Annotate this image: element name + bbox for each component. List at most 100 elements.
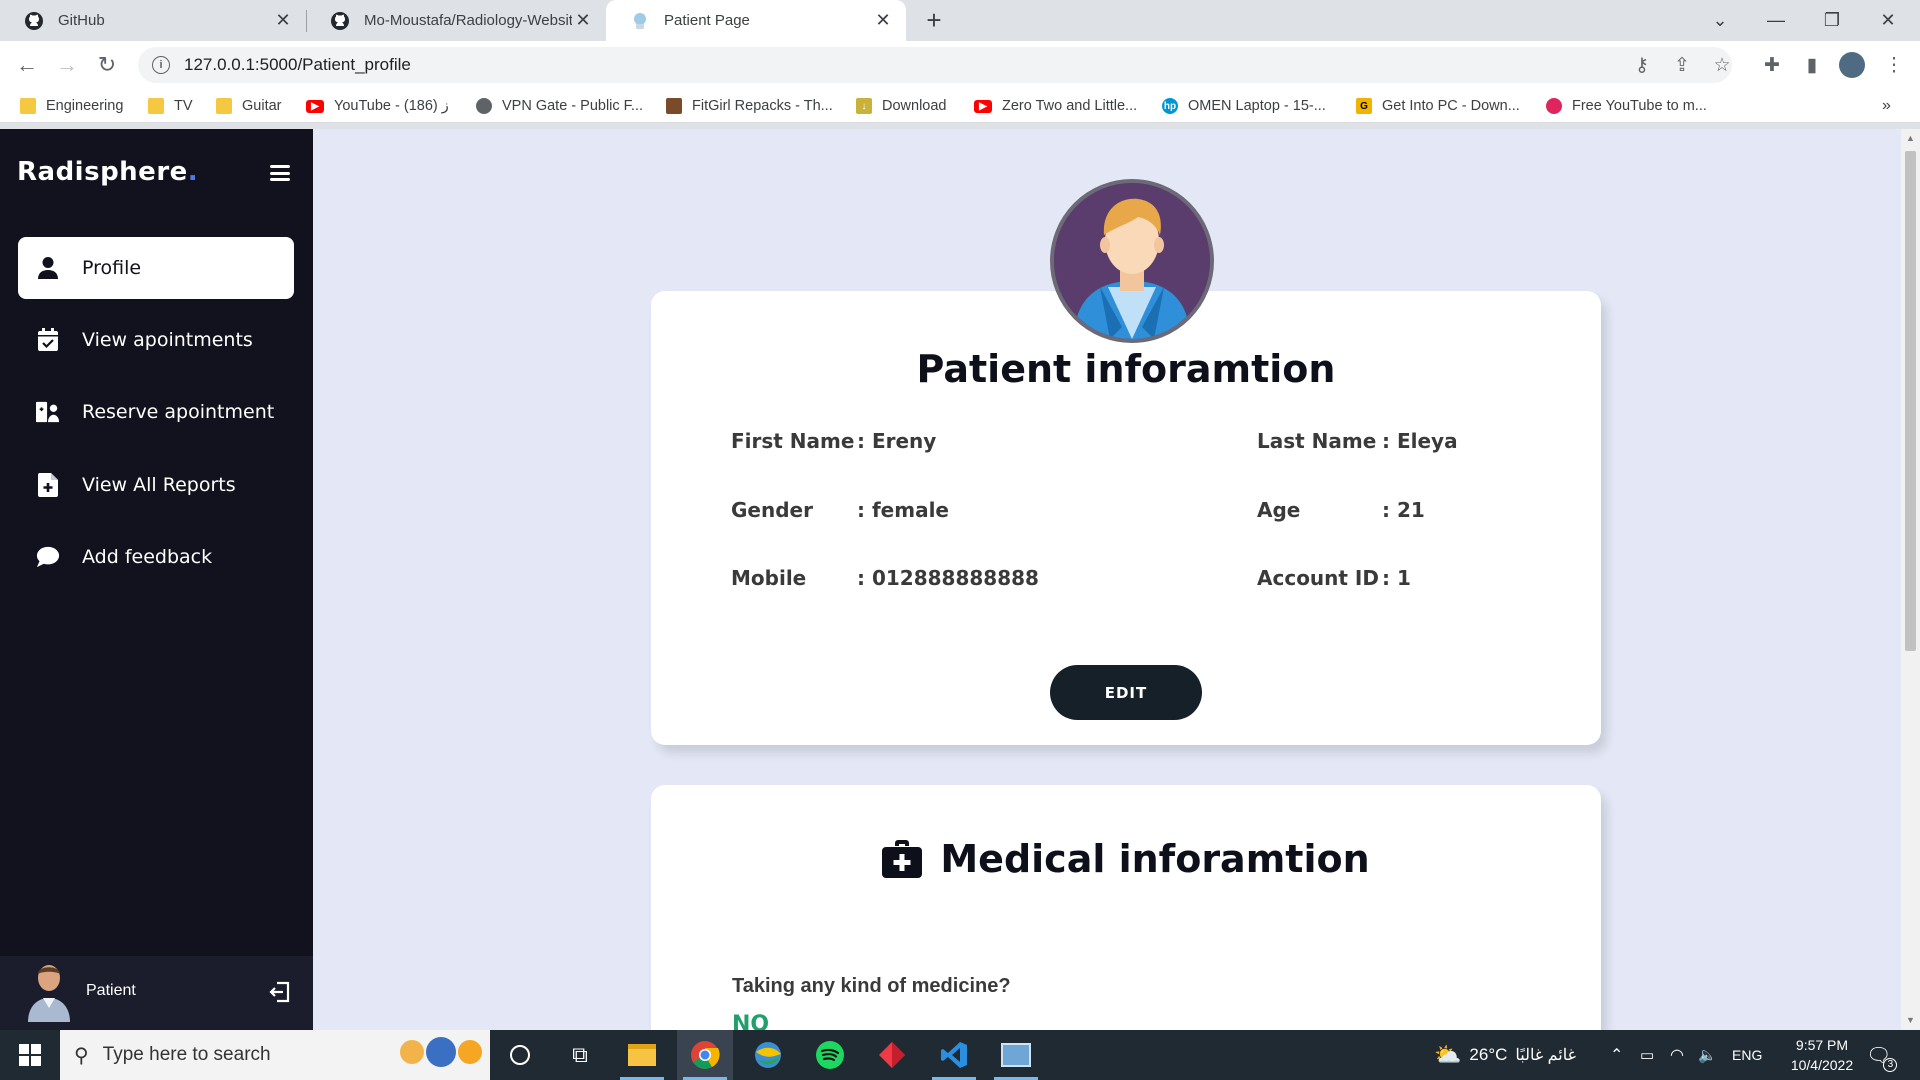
tab-repository[interactable]: Mo-Moustafa/Radiology-Website ✕ [306, 0, 606, 41]
sidebar-item-view-appointments[interactable]: View apointments [18, 309, 294, 371]
medical-info-card: Medical inforamtion Taking any kind of m… [651, 785, 1601, 1030]
red-diamond-app-icon[interactable] [864, 1030, 920, 1080]
weather-text: غائم غالبًا [1515, 1047, 1576, 1064]
medicine-answer: NO [732, 1012, 770, 1030]
key-icon[interactable]: ⚷ [1624, 47, 1660, 83]
site-info-icon[interactable]: i [152, 56, 170, 74]
bookmark-label: TV [174, 98, 193, 114]
search-highlight-icon [400, 1037, 482, 1067]
bookmark-item[interactable]: FitGirl Repacks - Th... [666, 95, 833, 117]
tab-search-icon[interactable]: ⌄ [1692, 0, 1748, 41]
windows-start-icon[interactable] [0, 1030, 60, 1080]
bookmark-label: YouTube - ز (186) [334, 98, 449, 114]
bookmark-item[interactable]: ▶ Zero Two and Little... [974, 95, 1137, 117]
site-icon [630, 11, 650, 31]
file-explorer-icon[interactable] [614, 1030, 670, 1080]
hp-icon: hp [1162, 98, 1178, 114]
remote-desktop-icon[interactable] [988, 1030, 1044, 1080]
cortana-icon[interactable] [492, 1030, 548, 1080]
account-id-label: Account ID [1257, 566, 1379, 590]
language-indicator[interactable]: ENG [1732, 1030, 1762, 1080]
scroll-down-icon[interactable]: ▼ [1906, 1015, 1915, 1025]
wifi-icon[interactable]: ◠ [1670, 1030, 1684, 1080]
weather-widget[interactable]: ⛅ 26°C غائم غالبًا [1434, 1030, 1576, 1080]
reload-icon[interactable]: ↻ [89, 47, 125, 83]
bookmark-item[interactable]: Engineering [20, 95, 123, 117]
getintopc-icon: G [1356, 98, 1372, 114]
brand-text: Radisphere [17, 157, 188, 187]
close-icon[interactable]: ✕ [872, 10, 894, 32]
mobile-value: : 012888888888 [857, 566, 1039, 590]
sidebar-item-view-reports[interactable]: View All Reports [18, 454, 294, 516]
bookmark-item[interactable]: ▶ YouTube - ز (186) [306, 95, 449, 117]
medicine-question: Taking any kind of medicine? [732, 975, 1011, 997]
new-tab-button[interactable]: + [906, 0, 962, 41]
window-close-icon[interactable]: ✕ [1860, 0, 1916, 41]
sidebar-item-label: View apointments [82, 329, 253, 351]
notifications-icon[interactable]: 🗨 3 [1866, 1030, 1898, 1080]
account-id-value: : 1 [1382, 566, 1411, 590]
extensions-icon[interactable]: ✚ [1754, 47, 1790, 83]
taskbar-search-box[interactable]: ⚲ Type here to search [60, 1030, 490, 1080]
bookmark-label: Engineering [46, 98, 124, 114]
bookmark-item[interactable]: VPN Gate - Public F... [476, 95, 643, 117]
volume-icon[interactable]: 🔈 [1698, 1030, 1717, 1080]
brand-dot: . [187, 157, 199, 187]
close-icon[interactable]: ✕ [572, 10, 594, 32]
page-viewport: Radisphere. Profile View apointments Res… [0, 129, 1920, 1030]
page-scrollbar[interactable]: ▲ ▼ [1901, 129, 1920, 1030]
chrome-icon[interactable] [677, 1030, 733, 1080]
back-icon[interactable]: ← [9, 47, 45, 83]
scrollbar-thumb[interactable] [1905, 151, 1916, 651]
file-medical-icon [36, 473, 60, 497]
sidebar-item-reserve-appointment[interactable]: Reserve apointment [18, 381, 294, 443]
restore-icon[interactable]: ❐ [1804, 0, 1860, 41]
spotify-icon[interactable] [802, 1030, 858, 1080]
sidebar-item-profile[interactable]: Profile [18, 237, 294, 299]
medkit-icon [882, 840, 923, 878]
close-icon[interactable]: ✕ [272, 10, 294, 32]
bookmark-item[interactable]: hp OMEN Laptop - 15-... [1162, 95, 1326, 117]
address-bar[interactable]: i 127.0.0.1:5000/Patient_profile [138, 47, 1732, 83]
edit-button[interactable]: EDIT [1050, 665, 1202, 720]
sidebar-item-add-feedback[interactable]: Add feedback [18, 526, 294, 588]
forward-icon[interactable]: → [49, 47, 85, 83]
battery-icon[interactable]: ▭ [1640, 1030, 1654, 1080]
minimize-icon[interactable]: — [1748, 0, 1804, 41]
sidebar-item-label: Reserve apointment [82, 401, 275, 423]
hamburger-menu-icon[interactable] [270, 165, 290, 181]
bookmark-item[interactable]: Guitar [216, 95, 282, 117]
vscode-icon[interactable] [926, 1030, 982, 1080]
calendar-check-icon [36, 328, 60, 352]
bookmark-item[interactable]: Free YouTube to m... [1546, 95, 1707, 117]
avatar[interactable] [26, 962, 72, 1022]
bookmark-label: Free YouTube to m... [1572, 98, 1707, 114]
side-panel-icon[interactable]: ▮ [1794, 47, 1830, 83]
scroll-up-icon[interactable]: ▲ [1906, 133, 1915, 143]
brand-logo[interactable]: Radisphere. [17, 157, 198, 187]
bookmark-item[interactable]: G Get Into PC - Down... [1356, 95, 1520, 117]
menu-icon[interactable]: ⋮ [1876, 47, 1912, 83]
profile-avatar-icon[interactable] [1834, 47, 1870, 83]
logout-icon[interactable] [268, 980, 292, 1004]
bookmark-item[interactable]: TV [148, 95, 193, 117]
colorful-app-icon[interactable] [740, 1030, 796, 1080]
tray-overflow-icon[interactable]: ⌃ [1610, 1030, 1623, 1080]
youtube-icon: ▶ [306, 99, 324, 113]
user-medical-icon [36, 400, 60, 424]
sidebar-footer: Patient [0, 956, 313, 1030]
task-view-icon[interactable]: ⧉ [552, 1030, 608, 1080]
weather-temp: 26°C [1469, 1045, 1508, 1064]
bookmark-item[interactable]: ↓ Download [856, 95, 947, 117]
sidebar-item-label: View All Reports [82, 474, 236, 496]
clock[interactable]: 9:57 PM 10/4/2022 [1772, 1030, 1872, 1080]
bookmarks-overflow-icon[interactable]: » [1882, 95, 1891, 117]
sidebar-item-label: Add feedback [82, 546, 213, 568]
star-icon[interactable]: ☆ [1704, 47, 1740, 83]
share-icon[interactable]: ⇪ [1664, 47, 1700, 83]
sidebar-item-label: Profile [82, 257, 142, 279]
tab-patient-page[interactable]: Patient Page ✕ [606, 0, 906, 41]
user-icon [36, 256, 60, 280]
tab-github[interactable]: GitHub ✕ [0, 0, 306, 41]
download-icon: ↓ [856, 98, 872, 114]
